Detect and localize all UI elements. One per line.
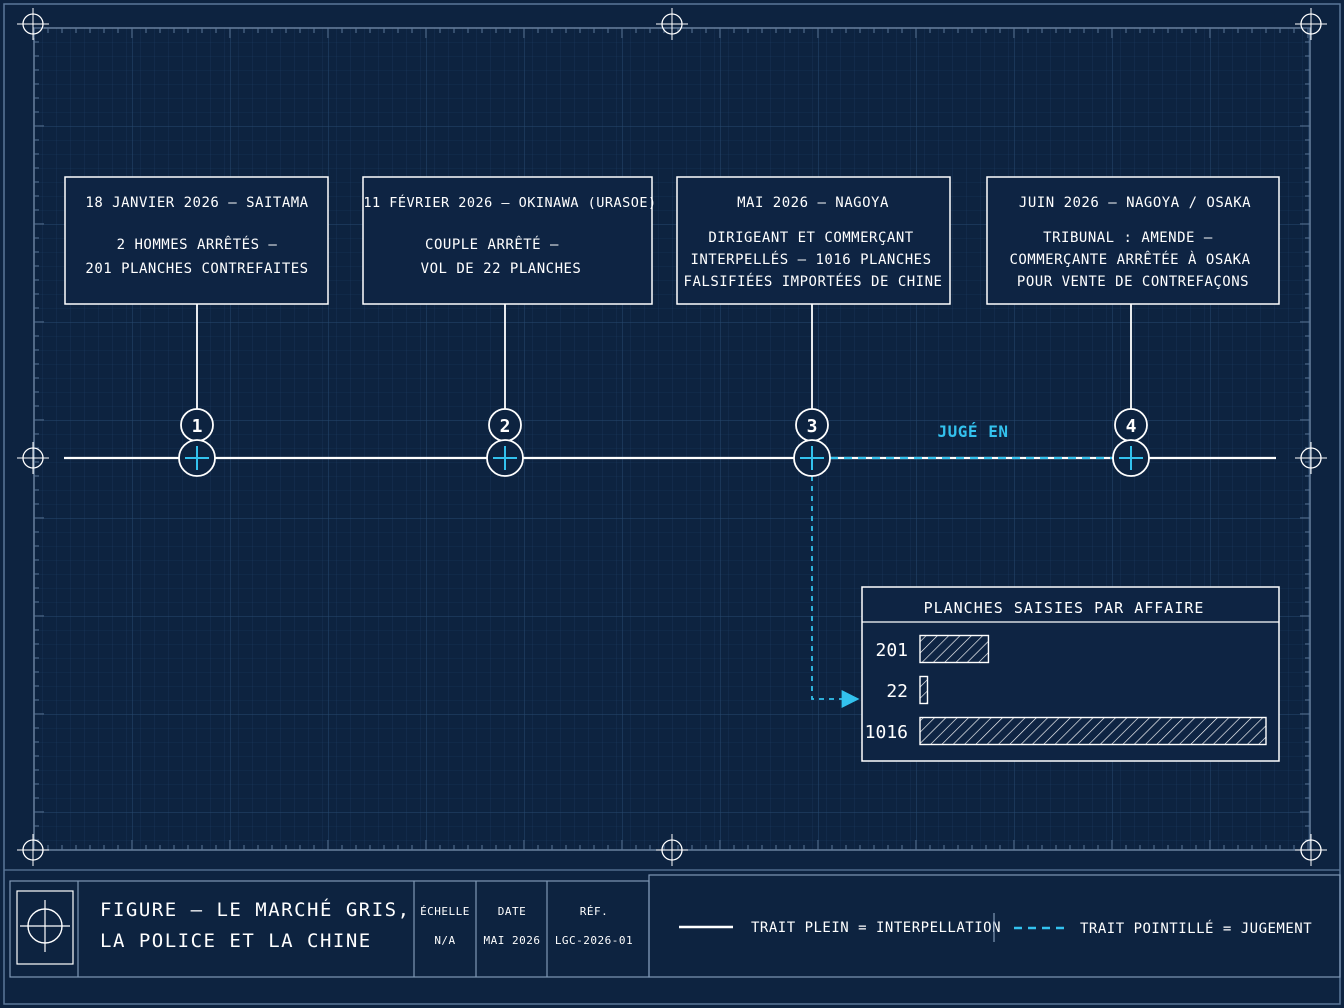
plus-circle-icon [793, 439, 831, 477]
blueprint-figure: JUGÉ EN 18 JANVIER 2026 — SAITAMA 2 HOMM… [0, 0, 1344, 1008]
bar-label-3: 1016 [865, 722, 908, 743]
seizure-chart: PLANCHES SAISIES PAR AFFAIRE 201 22 1016 [861, 586, 1280, 762]
bar-2 [919, 675, 929, 705]
event-4-line-1: TRIBUNAL : AMENDE — [1043, 230, 1213, 246]
judged-label: JUGÉ EN [938, 422, 1009, 441]
figure-title-line-2: LA POLICE ET LA CHINE [100, 930, 372, 952]
event-2-line-1: COUPLE ARRÊTÉ — [425, 235, 559, 253]
event-4-title: JUIN 2026 — NAGOYA / OSAKA [1019, 195, 1251, 211]
blueprint-canvas: JUGÉ EN 18 JANVIER 2026 — SAITAMA 2 HOMM… [0, 0, 1344, 1008]
legend-dashed-label: TRAIT POINTILLÉ = JUGEMENT [1080, 920, 1312, 937]
figure-title-line-1: FIGURE — LE MARCHÉ GRIS, [100, 898, 411, 921]
plus-circle-icon [486, 439, 524, 477]
ref-value: LGC-2026-01 [555, 934, 633, 947]
event-1-number: 1 [192, 416, 203, 437]
event-2-title: 11 FÉVRIER 2026 — OKINAWA (URASOE) [363, 194, 656, 211]
legend-solid-label: TRAIT PLEIN = INTERPELLATION [751, 920, 1001, 936]
event-2-number: 2 [500, 416, 511, 437]
date-label: DATE [498, 905, 527, 918]
date-value: MAI 2026 [484, 934, 541, 947]
bar-label-1: 201 [875, 640, 908, 661]
scale-label: ÉCHELLE [420, 905, 470, 918]
plus-circle-icon [178, 439, 216, 477]
event-4-number: 4 [1126, 416, 1137, 437]
bar-3 [919, 716, 1267, 746]
event-3-line-2: INTERPELLÉS — 1016 PLANCHES [690, 251, 931, 268]
event-2-line-2: VOL DE 22 PLANCHES [421, 261, 582, 277]
scale-value: N/A [434, 934, 455, 947]
event-3-number: 3 [807, 416, 818, 437]
event-1-line-2: 201 PLANCHES CONTREFAITES [85, 261, 308, 277]
event-1-title: 18 JANVIER 2026 — SAITAMA [85, 195, 308, 211]
chart-title: PLANCHES SAISIES PAR AFFAIRE [924, 599, 1205, 617]
event-4-line-3: POUR VENTE DE CONTREFAÇONS [1017, 274, 1249, 290]
plus-circle-icon [1112, 439, 1150, 477]
event-3-line-3: FALSIFIÉES IMPORTÉES DE CHINE [684, 273, 943, 290]
event-3-line-1: DIRIGEANT ET COMMERÇANT [708, 230, 913, 246]
bar-label-2: 22 [886, 681, 908, 702]
bar-1 [919, 634, 990, 664]
event-4-line-2: COMMERÇANTE ARRÊTÉE À OSAKA [1009, 250, 1250, 268]
ref-label: RÉF. [580, 905, 609, 918]
event-3-title: MAI 2026 — NAGOYA [737, 195, 889, 211]
event-1-line-1: 2 HOMMES ARRÊTÉS — [117, 235, 278, 253]
